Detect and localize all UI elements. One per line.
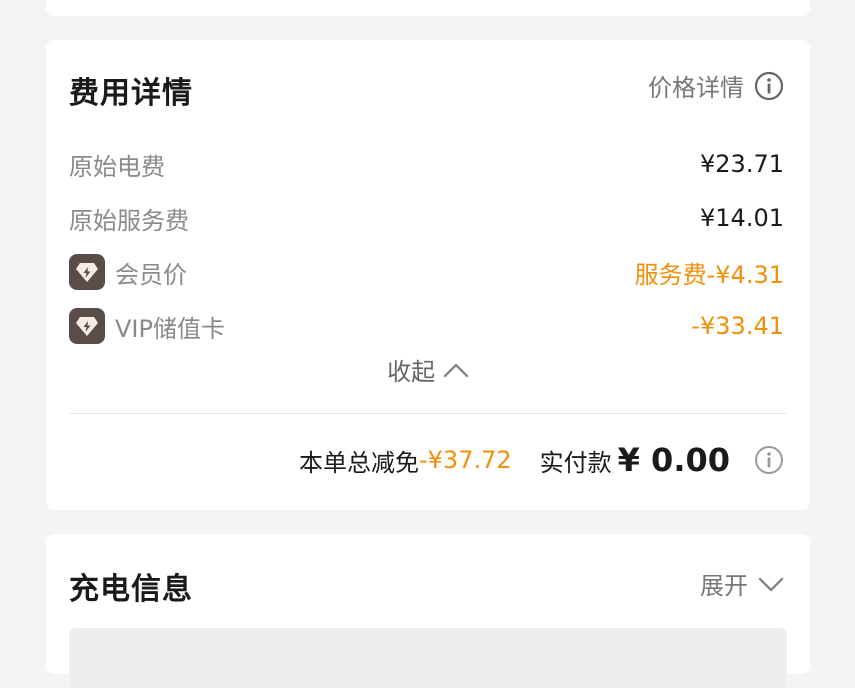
collapse-button[interactable]: 收起: [46, 352, 810, 387]
charge-info-title: 充电信息: [69, 572, 193, 607]
fee-row-value: 服务费-¥4.31: [634, 260, 784, 289]
fee-row-value: -¥33.41: [691, 312, 784, 340]
fee-row-label: 原始服务费: [69, 206, 189, 235]
actual-paid-value: ¥ 0.00: [617, 441, 730, 479]
fee-row-value: ¥14.01: [700, 204, 784, 232]
charge-info-card: 充电信息 展开: [46, 534, 810, 688]
fee-details-title: 费用详情: [69, 76, 193, 111]
total-discount-label: 本单总减免: [299, 448, 419, 477]
chevron-down-icon: [758, 570, 784, 598]
actual-paid-label: 实付款: [539, 448, 612, 477]
previous-card: [46, 0, 810, 16]
fee-row-label: 原始电费: [69, 152, 165, 181]
expand-button[interactable]: 展开: [700, 566, 784, 601]
fee-row-service: 原始服务费 ¥14.01: [69, 198, 784, 238]
fee-details-card: 费用详情 价格详情 原始电费 ¥23.71 原始服务费 ¥14.01 会员价 服…: [46, 40, 810, 510]
fee-row-value: ¥23.71: [700, 150, 784, 178]
price-details-label: 价格详情: [648, 74, 744, 102]
divider: [69, 413, 787, 414]
chevron-up-icon: [443, 356, 469, 384]
expand-label: 展开: [700, 572, 748, 600]
fee-row-member-price: 会员价 服务费-¥4.31: [69, 252, 784, 292]
fee-row-electricity: 原始电费 ¥23.71: [69, 144, 784, 184]
total-discount-value: -¥37.72: [419, 446, 512, 474]
payment-info-icon[interactable]: [754, 445, 784, 475]
collapse-label: 收起: [387, 358, 436, 386]
info-icon: [754, 71, 784, 101]
fee-row-vip-card: VIP储值卡 -¥33.41: [69, 306, 784, 346]
fee-row-label: 会员价: [115, 260, 187, 289]
fee-row-label: VIP储值卡: [115, 314, 225, 343]
price-details-link[interactable]: 价格详情: [648, 68, 784, 103]
member-diamond-icon: [69, 254, 105, 290]
vip-diamond-icon: [69, 308, 105, 344]
charge-info-content: [69, 628, 787, 688]
payment-summary: 本单总减免 -¥37.72 实付款 ¥ 0.00: [299, 438, 784, 482]
